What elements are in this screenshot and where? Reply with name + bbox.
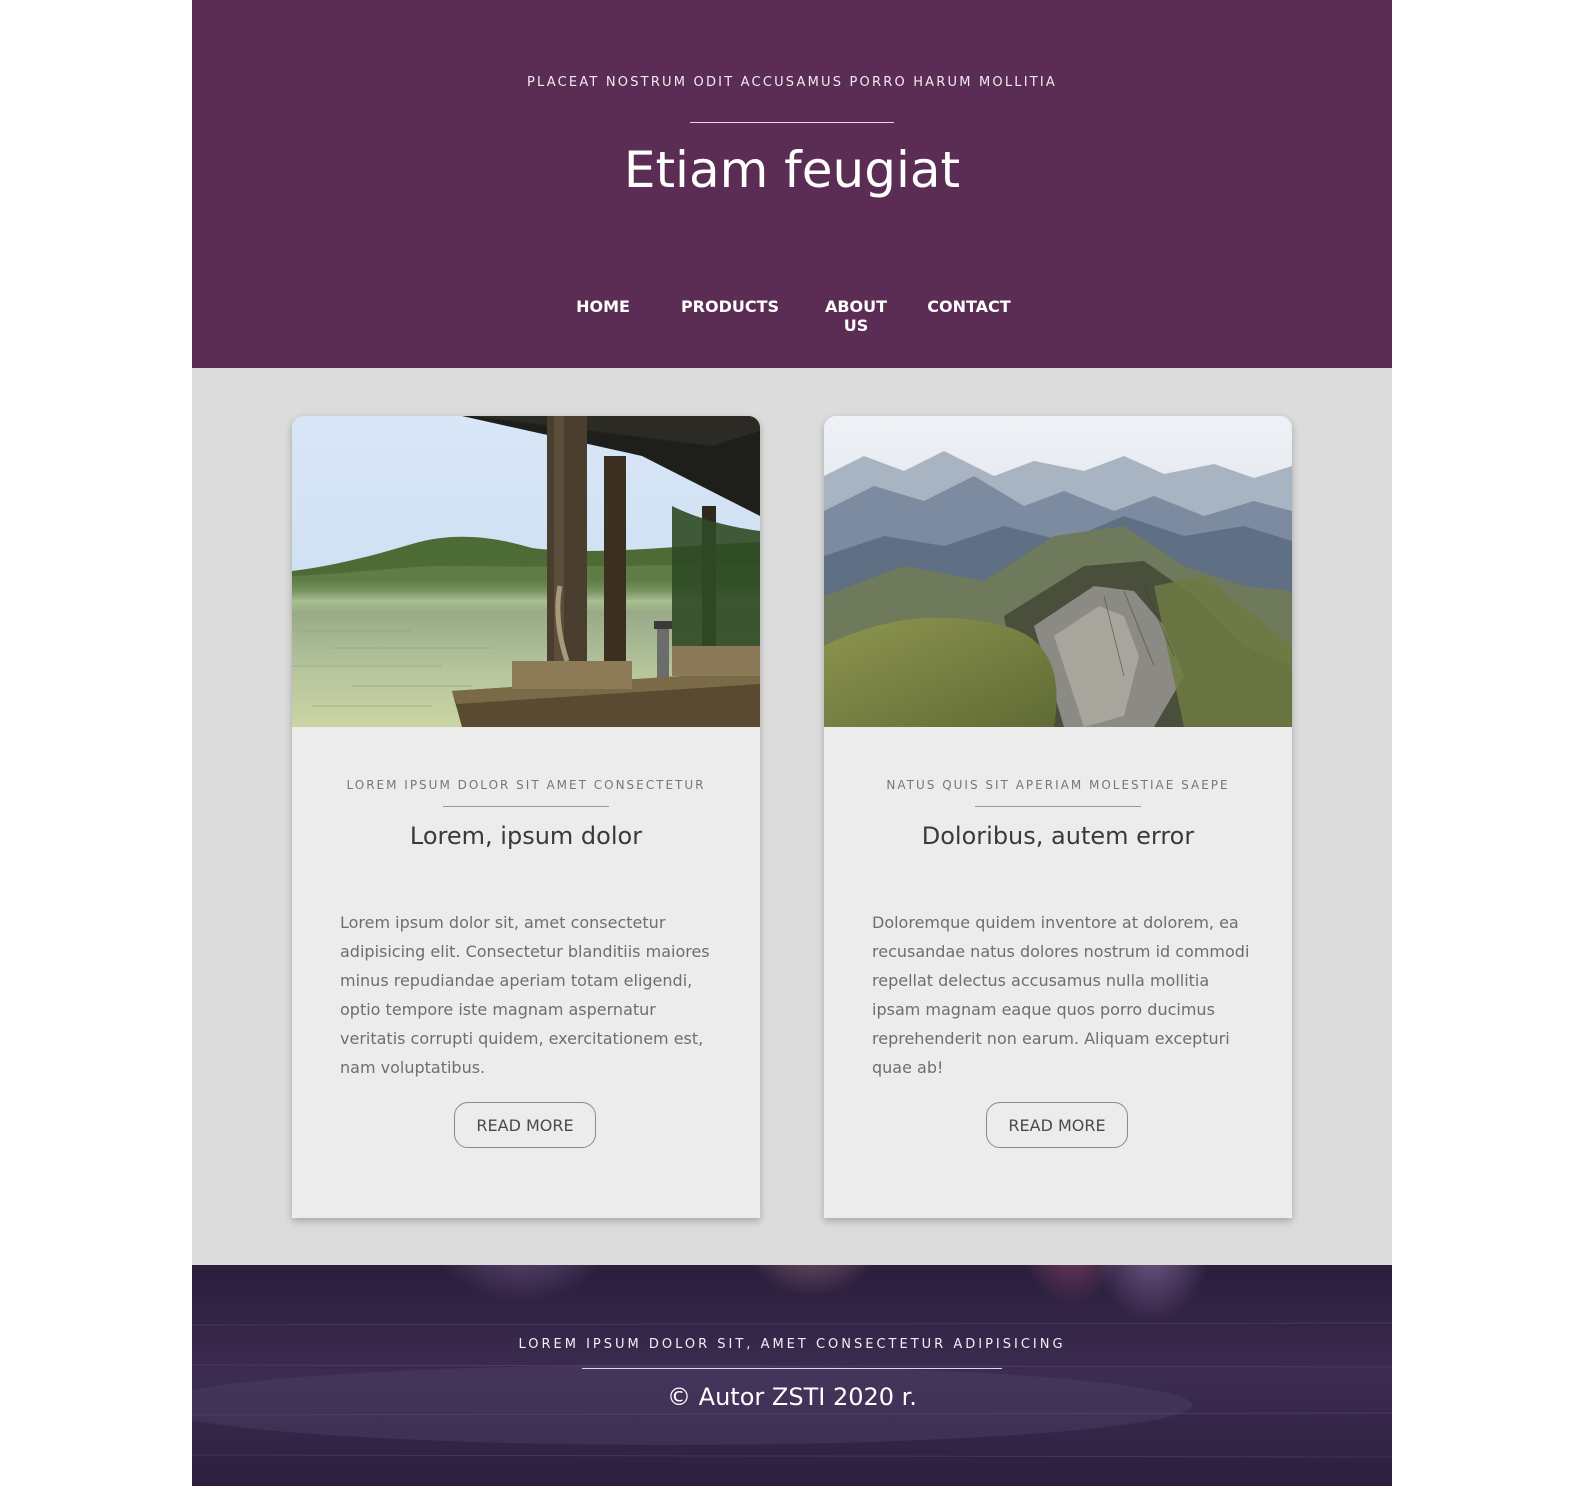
mountain-ridge-image [824,416,1292,727]
card-title: Doloribus, autem error [921,822,1195,850]
header-divider [690,122,894,123]
card-kicker: LOREM IPSUM DOLOR SIT AMET CONSECTETUR [346,778,706,792]
water-reflection-background [192,1265,1392,1486]
nav-products-link[interactable]: PRODUCTS [675,297,785,316]
site-footer: LOREM IPSUM DOLOR SIT, AMET CONSECTETUR … [192,1265,1392,1486]
main-content: LOREM IPSUM DOLOR SIT AMET CONSECTETUR L… [192,368,1392,1265]
main-nav: HOME PRODUCTS ABOUT US CONTACT [192,297,1392,335]
card-divider [443,806,609,807]
card-title: Lorem, ipsum dolor [409,822,643,850]
read-more-button[interactable]: READ MORE [986,1102,1128,1148]
site-title: Etiam feugiat [623,141,961,199]
lake-dock-image [292,416,760,727]
nav-home-link[interactable]: HOME [571,297,635,316]
header-eyebrow: PLACEAT NOSTRUM ODIT ACCUSAMUS PORRO HAR… [526,75,1058,90]
footer-divider [582,1368,1002,1369]
read-more-button[interactable]: READ MORE [454,1102,596,1148]
site-header: PLACEAT NOSTRUM ODIT ACCUSAMUS PORRO HAR… [192,0,1392,368]
card-divider [975,806,1141,807]
card-body: Doloremque quidem inventore at dolorem, … [872,913,1250,1077]
nav-about-link[interactable]: ABOUT US [821,297,891,335]
nav-contact-link[interactable]: CONTACT [925,297,1013,316]
page: PLACEAT NOSTRUM ODIT ACCUSAMUS PORRO HAR… [192,0,1392,1486]
card-kicker: NATUS QUIS SIT APERIAM MOLESTIAE SAEPE [886,778,1230,792]
card-body: Lorem ipsum dolor sit, amet consectetur … [340,913,710,1077]
footer-eyebrow: LOREM IPSUM DOLOR SIT, AMET CONSECTETUR … [518,1337,1066,1352]
card-lorem: LOREM IPSUM DOLOR SIT AMET CONSECTETUR L… [292,416,760,1218]
footer-copyright: © Autor ZSTI 2020 r. [667,1383,917,1411]
card-doloribus: NATUS QUIS SIT APERIAM MOLESTIAE SAEPE D… [824,416,1292,1218]
